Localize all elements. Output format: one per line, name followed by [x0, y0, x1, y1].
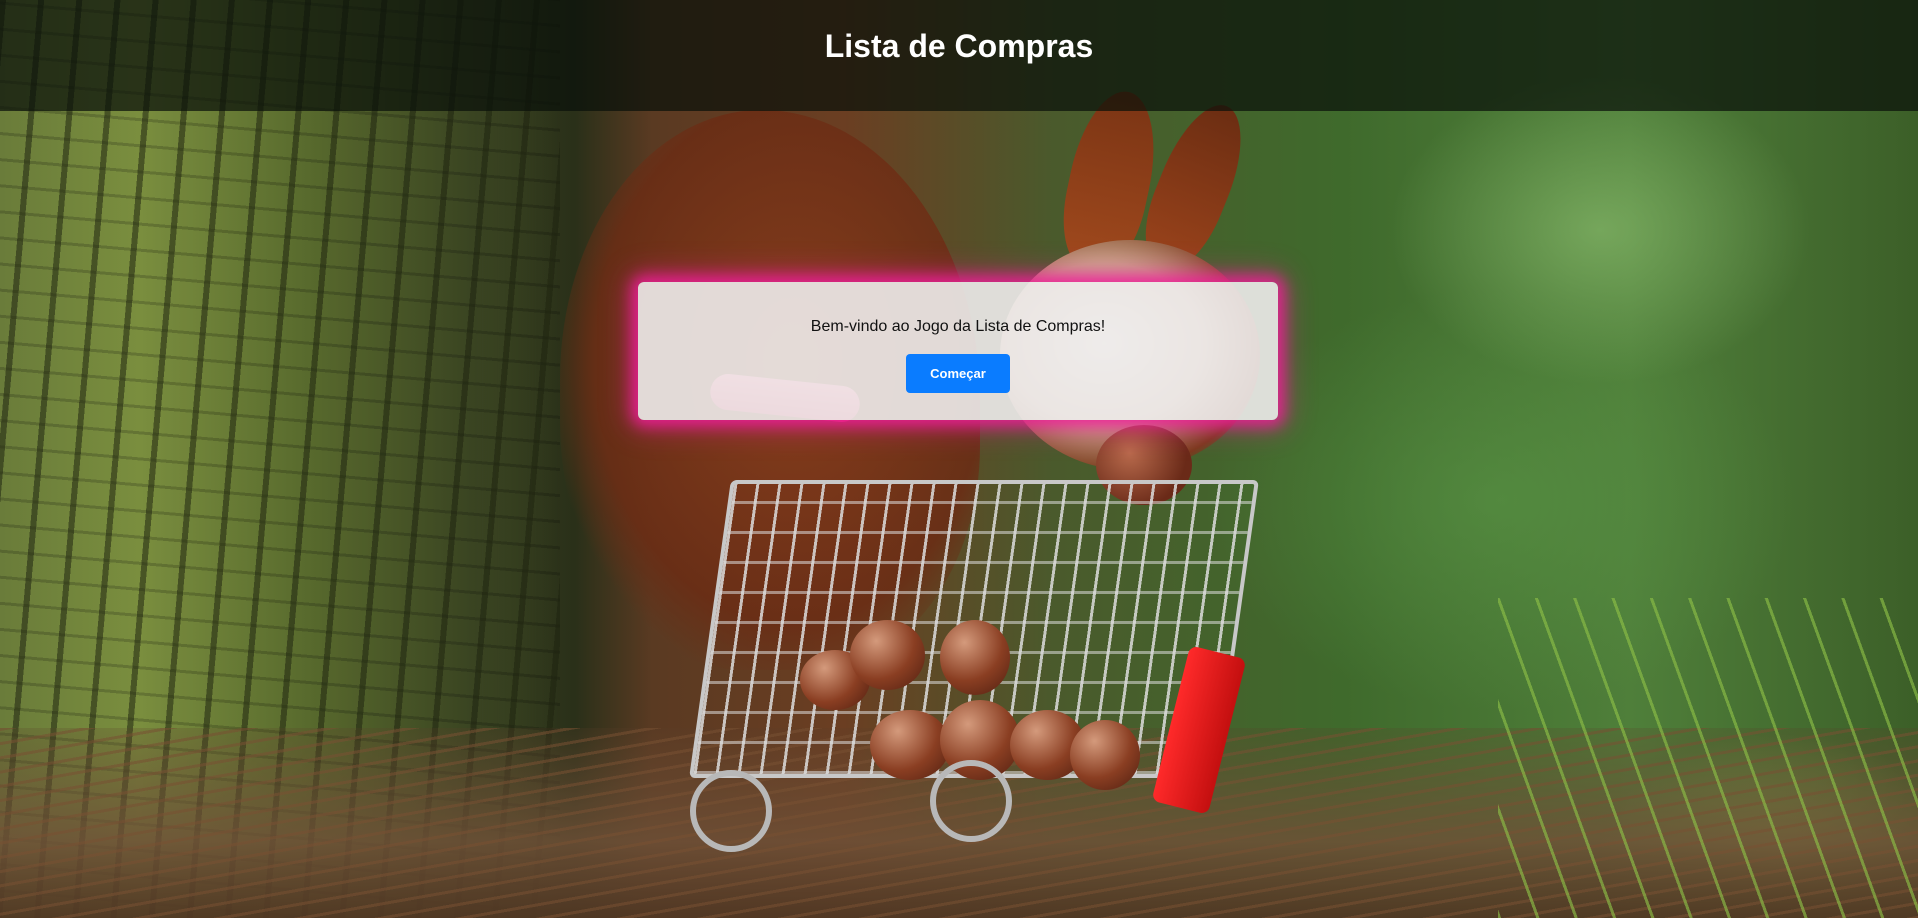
- welcome-message: Bem-vindo ao Jogo da Lista de Compras!: [810, 318, 1106, 335]
- cart-wheel-image: [690, 770, 772, 852]
- start-button[interactable]: Começar: [906, 354, 1010, 393]
- grass-background: [1498, 598, 1918, 918]
- hazelnut-image: [870, 710, 950, 780]
- cart-wheel-image: [930, 760, 1012, 842]
- hazelnut-image: [850, 620, 925, 690]
- hazelnut-image: [940, 620, 1010, 695]
- hazelnut-image: [1070, 720, 1140, 790]
- page-header: Lista de Compras: [0, 0, 1918, 111]
- app-screen: Lista de Compras Bem-vindo ao Jogo da Li…: [0, 0, 1918, 918]
- shopping-cart-image: [689, 372, 1260, 852]
- welcome-dialog: Bem-vindo ao Jogo da Lista de Compras! C…: [638, 282, 1278, 420]
- page-title: Lista de Compras: [824, 28, 1094, 64]
